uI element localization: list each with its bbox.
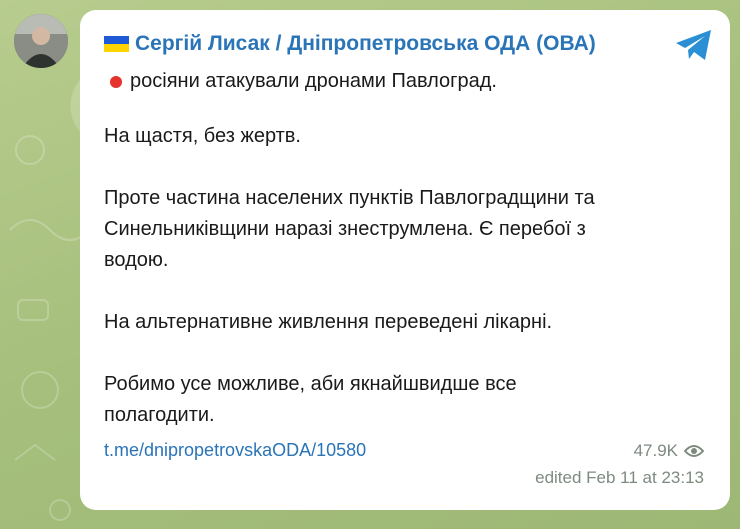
- telegram-share-icon[interactable]: [674, 28, 714, 62]
- paragraph-no-casualties: На щастя, без жертв.: [104, 125, 301, 147]
- post-link[interactable]: t.me/dnipropetrovskaODA/10580: [104, 440, 366, 461]
- red-circle-icon: [110, 75, 122, 88]
- eye-icon: [684, 445, 704, 457]
- ukraine-flag-icon: [104, 36, 129, 52]
- first-line-text: росіяни атакували дронами Павлоград.: [130, 70, 497, 92]
- avatar-photo: [14, 14, 68, 68]
- message-header: Сергій Лисак / Дніпропетровська ОДА (ОВА…: [104, 30, 708, 58]
- paragraph-hospitals: На альтернативне живлення переведені лік…: [104, 311, 553, 333]
- views-count: 47.9K: [633, 441, 678, 460]
- message-first-line: росіяни атакували дронами Павлоград.: [104, 70, 708, 93]
- channel-avatar[interactable]: [14, 14, 68, 68]
- views-counter: 47.9K: [634, 441, 704, 461]
- paragraph-power-outage: Проте частина населених пунктів Павлогра…: [104, 187, 595, 271]
- paragraph-repairs: Робимо усе можливе, аби якнайшвидше все …: [104, 373, 517, 426]
- edited-timestamp: edited Feb 11 at 23:13: [535, 468, 704, 487]
- channel-name[interactable]: Сергій Лисак / Дніпропетровська ОДА (ОВА…: [135, 32, 596, 56]
- message-bubble: Сергій Лисак / Дніпропетровська ОДА (ОВА…: [80, 10, 730, 510]
